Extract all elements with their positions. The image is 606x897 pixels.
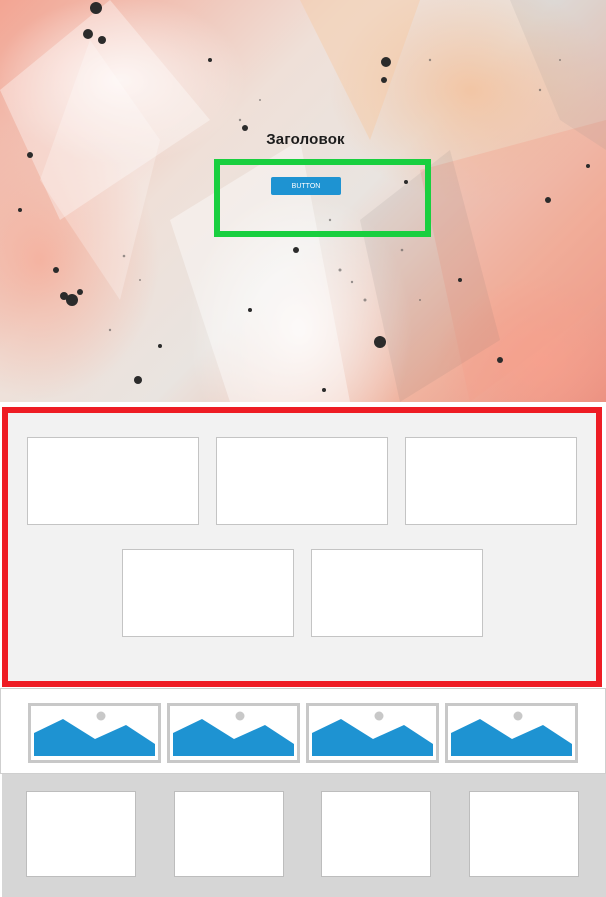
hero-title: Заголовок [266,131,345,148]
card[interactable] [27,437,199,525]
image-placeholder[interactable] [167,703,300,763]
card[interactable] [405,437,577,525]
card[interactable] [122,549,294,637]
image-placeholder-icon [173,711,294,756]
bottom-card[interactable] [26,791,136,877]
image-gallery-strip [0,688,606,774]
bottom-card[interactable] [321,791,431,877]
image-placeholder[interactable] [28,703,161,763]
image-placeholder[interactable] [445,703,578,763]
image-placeholder-icon [451,711,572,756]
card[interactable] [216,437,388,525]
highlight-frame-green [214,159,431,237]
image-placeholder-icon [34,711,155,756]
image-placeholder[interactable] [306,703,439,763]
bottom-card-section [2,774,606,897]
card-section [0,402,606,688]
card[interactable] [311,549,483,637]
highlight-frame-red [2,407,602,687]
hero-cta-button[interactable]: BUTTON [271,177,341,195]
bottom-card[interactable] [469,791,579,877]
bottom-card[interactable] [174,791,284,877]
hero-section: Заголовок BUTTON [0,0,606,402]
image-placeholder-icon [312,711,433,756]
